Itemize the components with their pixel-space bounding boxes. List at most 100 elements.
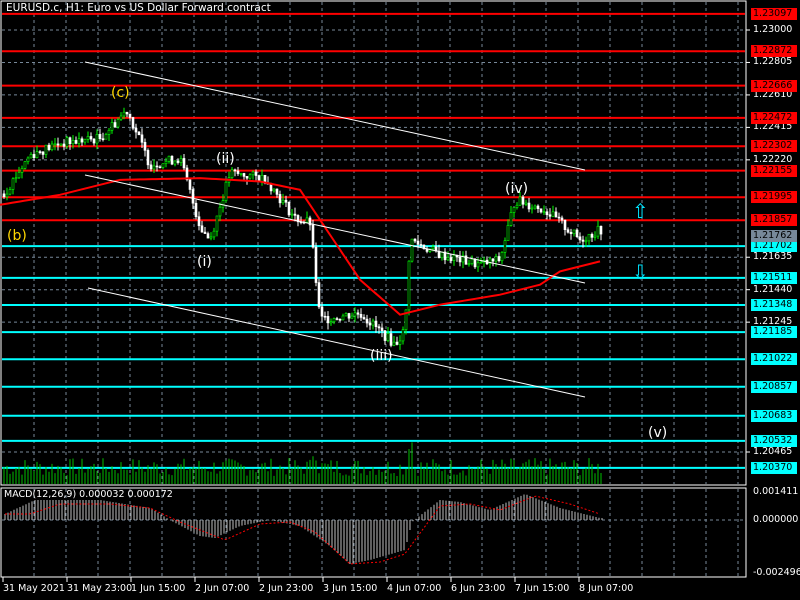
candle-body xyxy=(110,122,114,131)
candle-body xyxy=(542,211,546,214)
price-tick-label: 1.23000 xyxy=(753,24,793,35)
candle-body xyxy=(68,137,72,145)
candle-body xyxy=(440,251,444,259)
candle-body xyxy=(107,129,111,135)
candle-body xyxy=(155,165,159,168)
candle-body xyxy=(119,115,123,120)
candle-body xyxy=(470,258,474,264)
candle-body xyxy=(140,134,144,143)
candle-body xyxy=(398,340,402,345)
resistance-level-label: 1.21857 xyxy=(751,214,797,227)
macd-signal-line xyxy=(5,495,600,565)
candle-body xyxy=(62,143,66,147)
candle-body xyxy=(320,306,324,317)
candle-body xyxy=(236,170,240,174)
resistance-level-label: 1.22872 xyxy=(751,45,797,58)
candle-body xyxy=(173,160,177,165)
candle-body xyxy=(335,318,339,320)
resistance-level-label: 1.21995 xyxy=(751,191,797,204)
arrow-up-icon: ⇧ xyxy=(632,199,649,223)
candle-body xyxy=(50,143,54,150)
candle-body xyxy=(278,194,282,204)
candle-body xyxy=(215,215,219,232)
main-panel-frame xyxy=(0,0,747,486)
wave-label-c: (c) xyxy=(111,85,130,101)
candle-body xyxy=(38,151,42,153)
candle-body xyxy=(497,256,501,262)
candle-body xyxy=(11,178,15,190)
price-tick-label: 1.21635 xyxy=(753,251,793,263)
candle-body xyxy=(137,131,141,136)
candle-body xyxy=(401,329,405,342)
candle-body xyxy=(476,262,480,268)
candle-body xyxy=(314,246,318,283)
candle-body xyxy=(254,171,258,176)
price-tick-label: 1.20465 xyxy=(753,446,793,457)
candle-body xyxy=(287,202,291,216)
candle-body xyxy=(29,154,33,159)
candle-body xyxy=(452,254,456,261)
candle-body xyxy=(521,196,525,205)
candle-body xyxy=(566,229,570,233)
candle-body xyxy=(407,260,411,311)
support-level-label: 1.20857 xyxy=(751,380,797,393)
resistance-level-label: 1.22302 xyxy=(751,140,797,153)
candle-body xyxy=(248,174,252,179)
macd-tick-label: -0.002496 xyxy=(753,567,800,578)
time-axis-label: 3 Jun 15:00 xyxy=(323,583,378,594)
candle-body xyxy=(230,169,234,178)
candle-body xyxy=(353,312,357,317)
candle-body xyxy=(206,233,210,239)
candle-body xyxy=(593,235,597,238)
candle-body xyxy=(77,138,81,144)
candle-body xyxy=(167,155,171,162)
wave-label-iii: (iii) xyxy=(370,348,393,364)
candle-body xyxy=(344,313,348,317)
candle-body xyxy=(359,313,363,318)
candle-body xyxy=(527,202,531,210)
time-axis-label: 4 Jun 07:00 xyxy=(387,583,442,594)
wave-label-ii: (ii) xyxy=(216,151,235,167)
time-axis-label: 2 Jun 07:00 xyxy=(195,583,250,594)
candle-body xyxy=(146,150,150,166)
candle-body xyxy=(239,173,243,175)
candle-body xyxy=(392,341,396,346)
candle-body xyxy=(329,321,333,324)
support-level-label: 1.20683 xyxy=(751,409,797,422)
candle-body xyxy=(368,322,372,326)
support-level-label: 1.21511 xyxy=(751,271,797,284)
time-axis-label: 1 Jun 15:00 xyxy=(131,583,186,594)
candle-body xyxy=(275,188,279,195)
candle-body xyxy=(551,211,555,217)
candle-body xyxy=(101,138,105,141)
candle-body xyxy=(113,122,117,128)
support-level-label: 1.21185 xyxy=(751,326,797,339)
candle-body xyxy=(59,143,63,146)
candle-body xyxy=(554,211,558,218)
candle-body xyxy=(86,136,90,140)
candle-body xyxy=(557,216,561,219)
candle-body xyxy=(581,239,585,242)
wave-label-b: (b) xyxy=(7,228,27,244)
candle-body xyxy=(281,199,285,204)
wave-label-iv: (iv) xyxy=(505,181,529,197)
support-level-label: 1.20370 xyxy=(751,461,797,474)
candle-body xyxy=(272,188,276,192)
candle-body xyxy=(503,240,507,253)
candle-body xyxy=(599,225,603,235)
candle-body xyxy=(44,144,48,155)
candle-body xyxy=(587,233,591,242)
candle-body xyxy=(5,193,9,198)
candle-body xyxy=(125,111,129,115)
support-level-label: 1.20532 xyxy=(751,434,797,447)
time-axis-label: 6 Jun 23:00 xyxy=(451,583,506,594)
candle-body xyxy=(548,214,552,217)
candle-body xyxy=(431,246,435,250)
candle-body xyxy=(524,202,528,205)
candle-body xyxy=(395,341,399,345)
candle-body xyxy=(122,111,126,117)
candle-body xyxy=(116,119,120,128)
candle-body xyxy=(203,231,207,234)
candle-body xyxy=(341,315,345,321)
candle-body xyxy=(65,137,69,147)
